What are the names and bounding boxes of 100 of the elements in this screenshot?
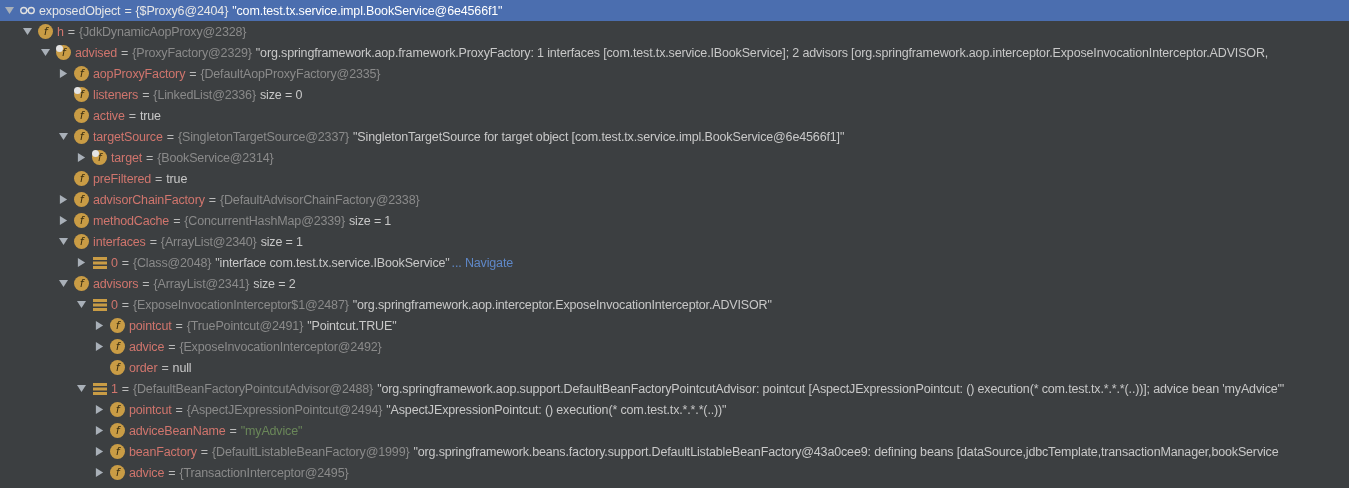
field-icon: f bbox=[110, 339, 125, 354]
field-icon: f bbox=[74, 276, 89, 291]
tree-row[interactable]: f pointcut = {TruePointcut@2491} "Pointcut.TRUE" bbox=[0, 315, 1349, 336]
expand-arrow-icon[interactable] bbox=[94, 426, 104, 435]
variable-name: target bbox=[111, 150, 143, 165]
tree-row[interactable]: f preFiltered = true bbox=[0, 168, 1349, 189]
field-icon: f bbox=[74, 171, 89, 186]
variable-name: listeners bbox=[93, 87, 139, 102]
field-icon: f bbox=[110, 360, 125, 375]
tree-row[interactable]: 0 = {Class@2048} "interface com.test.tx.service.IBookService" ... Navigate bbox=[0, 252, 1349, 273]
variable-name: advisorChainFactory bbox=[93, 192, 205, 207]
object-type: {DefaultListableBeanFactory@1999} bbox=[212, 444, 410, 459]
tree-row[interactable]: f advice = {TransactionInterceptor@2495} bbox=[0, 462, 1349, 483]
expand-arrow-icon[interactable] bbox=[94, 405, 104, 414]
field-icon: f bbox=[110, 444, 125, 459]
tree-row[interactable]: f advice = {ExposeInvocationInterceptor@2492} bbox=[0, 336, 1349, 357]
field-icon: f bbox=[74, 192, 89, 207]
equals-sign: = bbox=[168, 339, 176, 354]
object-type: {ArrayList@2341} bbox=[153, 276, 250, 291]
field-icon: f bbox=[110, 318, 125, 333]
expand-arrow-icon[interactable] bbox=[76, 258, 86, 267]
collapse-arrow-icon[interactable] bbox=[76, 384, 86, 393]
variable-value: "com.test.tx.service.impl.BookService@6e4566f1" bbox=[232, 3, 503, 18]
equals-sign: = bbox=[175, 402, 183, 417]
equals-sign: = bbox=[168, 465, 176, 480]
variable-name: beanFactory bbox=[129, 444, 197, 459]
collapse-arrow-icon[interactable] bbox=[40, 48, 50, 57]
tree-row[interactable]: f targetSource = {SingletonTargetSource@2337} "SingletonTargetSource for target object [com.test.tx.service.impl.BookService@6e4566f1]" bbox=[0, 126, 1349, 147]
stack-icon bbox=[92, 256, 107, 269]
object-type: {DefaultBeanFactoryPointcutAdvisor@2488} bbox=[132, 381, 374, 396]
field-icon: f bbox=[74, 213, 89, 228]
expand-arrow-icon[interactable] bbox=[58, 69, 68, 78]
tree-row[interactable]: f advisors = {ArrayList@2341} size = 2 bbox=[0, 273, 1349, 294]
tree-row[interactable]: f target = {BookService@2314} bbox=[0, 147, 1349, 168]
tree-row[interactable]: f interfaces = {ArrayList@2340} size = 1 bbox=[0, 231, 1349, 252]
collapse-arrow-icon[interactable] bbox=[58, 132, 68, 141]
equals-sign: = bbox=[128, 108, 136, 123]
tree-row[interactable]: f adviceBeanName = "myAdvice" bbox=[0, 420, 1349, 441]
object-type: {$Proxy6@2404} bbox=[135, 3, 229, 18]
tree-row[interactable]: exposedObject = {$Proxy6@2404} "com.test.tx.service.impl.BookService@6e4566f1" bbox=[0, 0, 1349, 21]
object-type: {AspectJExpressionPointcut@2494} bbox=[186, 402, 383, 417]
variable-value: "AspectJExpressionPointcut: () execution(* com.test.tx.*.*.*(..))" bbox=[386, 402, 727, 417]
expand-arrow-icon[interactable] bbox=[94, 447, 104, 456]
variable-name: advisors bbox=[93, 276, 139, 291]
equals-sign: = bbox=[121, 297, 129, 312]
equals-sign: = bbox=[189, 66, 197, 81]
variable-value: true bbox=[139, 108, 161, 123]
expand-arrow-icon[interactable] bbox=[94, 468, 104, 477]
variable-name: methodCache bbox=[93, 213, 170, 228]
equals-sign: = bbox=[67, 24, 75, 39]
expand-arrow-icon[interactable] bbox=[94, 342, 104, 351]
field-icon: f bbox=[74, 108, 89, 123]
variable-value: null bbox=[172, 360, 192, 375]
object-type: {BookService@2314} bbox=[157, 150, 274, 165]
variable-value: size = 1 bbox=[260, 234, 303, 249]
collapse-arrow-icon[interactable] bbox=[76, 300, 86, 309]
variable-value: "Pointcut.TRUE" bbox=[307, 318, 397, 333]
variable-name: pointcut bbox=[129, 402, 172, 417]
variable-value: "myAdvice" bbox=[240, 423, 303, 438]
tree-row[interactable]: f active = true bbox=[0, 105, 1349, 126]
expand-arrow-icon[interactable] bbox=[94, 321, 104, 330]
collapse-arrow-icon[interactable] bbox=[58, 237, 68, 246]
expand-arrow-icon[interactable] bbox=[58, 216, 68, 225]
variable-value: size = 0 bbox=[259, 87, 303, 102]
collapse-arrow-icon[interactable] bbox=[58, 279, 68, 288]
field-icon: f bbox=[110, 465, 125, 480]
variable-value: size = 2 bbox=[253, 276, 296, 291]
tree-row[interactable]: f methodCache = {ConcurrentHashMap@2339} size = 1 bbox=[0, 210, 1349, 231]
tree-row[interactable]: f advisorChainFactory = {DefaultAdvisorChainFactory@2338} bbox=[0, 189, 1349, 210]
variable-name: 0 bbox=[111, 255, 118, 270]
field-icon: f bbox=[110, 423, 125, 438]
collapse-arrow-icon[interactable] bbox=[22, 27, 32, 36]
equals-sign: = bbox=[155, 171, 163, 186]
variable-value: true bbox=[166, 171, 188, 186]
tree-row[interactable]: f order = null bbox=[0, 357, 1349, 378]
tree-row[interactable]: f pointcut = {AspectJExpressionPointcut@2494} "AspectJExpressionPointcut: () execution(* com.test.tx.*.*.*(..))" bbox=[0, 399, 1349, 420]
equals-sign: = bbox=[166, 129, 174, 144]
expand-arrow-icon[interactable] bbox=[58, 195, 68, 204]
equals-sign: = bbox=[161, 360, 169, 375]
object-type: {JdkDynamicAopProxy@2328} bbox=[78, 24, 247, 39]
tree-row[interactable]: f h = {JdkDynamicAopProxy@2328} bbox=[0, 21, 1349, 42]
variable-name: adviceBeanName bbox=[129, 423, 226, 438]
object-type: {ConcurrentHashMap@2339} bbox=[184, 213, 345, 228]
variable-name: advice bbox=[129, 465, 165, 480]
object-type: {TruePointcut@2491} bbox=[186, 318, 304, 333]
equals-sign: = bbox=[229, 423, 237, 438]
tree-row[interactable]: 0 = {ExposeInvocationInterceptor$1@2487} "org.springframework.aop.interceptor.ExposeInvocationInterceptor.ADVISOR" bbox=[0, 294, 1349, 315]
equals-sign: = bbox=[208, 192, 216, 207]
object-type: {TransactionInterceptor@2495} bbox=[179, 465, 349, 480]
equals-sign: = bbox=[173, 213, 181, 228]
tree-row[interactable]: f aopProxyFactory = {DefaultAopProxyFactory@2335} bbox=[0, 63, 1349, 84]
tree-row[interactable]: f listeners = {LinkedList@2336} size = 0 bbox=[0, 84, 1349, 105]
variable-name: active bbox=[93, 108, 125, 123]
object-type: {LinkedList@2336} bbox=[153, 87, 256, 102]
equals-sign: = bbox=[146, 150, 154, 165]
variable-name: interfaces bbox=[93, 234, 146, 249]
tree-row[interactable]: f beanFactory = {DefaultListableBeanFactory@1999} "org.springframework.beans.factory.support.DefaultListableBeanFactory@43a0cee9: defining beans [dataSource,jdbcTemplate,transactionManager,bookService bbox=[0, 441, 1349, 462]
equals-sign: = bbox=[142, 276, 150, 291]
object-type: {ExposeInvocationInterceptor$1@2487} bbox=[132, 297, 349, 312]
expand-arrow-icon[interactable] bbox=[76, 153, 86, 162]
